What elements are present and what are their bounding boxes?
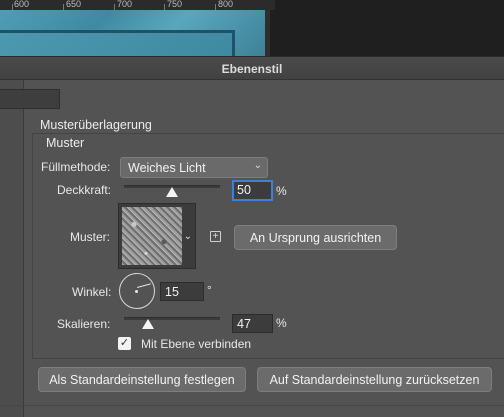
angle-dial[interactable] (119, 273, 155, 309)
group-title: Muster (46, 136, 85, 150)
horizontal-ruler: 600 650 700 750 800 (0, 0, 275, 10)
link-layer-label: Mit Ebene verbinden (141, 337, 252, 351)
opacity-input[interactable]: 50 (232, 180, 273, 201)
scale-input[interactable]: 47 (232, 314, 273, 333)
angle-unit: ° (207, 283, 212, 297)
angle-dial-center (135, 290, 138, 293)
section-title: Musterüberlagerung (40, 118, 152, 132)
document-workspace: 600 650 700 750 800 (0, 0, 504, 58)
canvas-edge (265, 10, 270, 58)
make-default-button[interactable]: Als Standardeinstellung festlegen (38, 367, 246, 392)
styles-filter-field[interactable] (0, 89, 60, 109)
scale-label: Skalieren: (57, 317, 111, 331)
ruler-label: 700 (117, 0, 133, 9)
angle-label: Winkel: (72, 285, 112, 299)
ruler-label: 600 (14, 0, 30, 9)
scale-slider-track[interactable] (124, 317, 220, 320)
angle-input[interactable]: 15 (160, 282, 204, 301)
canvas-selection-frame (0, 30, 235, 58)
pattern-picker[interactable]: ⌄ (118, 203, 196, 269)
opacity-unit: % (276, 184, 287, 198)
scale-slider-thumb[interactable] (142, 319, 154, 329)
reset-default-button[interactable]: Auf Standardeinstellung zurücksetzen (257, 367, 492, 392)
bottom-divider (0, 405, 504, 406)
blend-mode-select[interactable]: Weiches Licht ⌄ (120, 157, 268, 178)
pattern-label: Muster: (70, 230, 111, 244)
dialog-titlebar[interactable]: Ebenenstil (0, 56, 504, 80)
chevron-down-icon: ⌄ (253, 160, 262, 171)
styles-list-pane (0, 80, 24, 417)
blend-mode-label: Füllmethode: (41, 160, 111, 174)
blend-mode-value: Weiches Licht (128, 161, 206, 175)
opacity-label: Deckkraft: (57, 183, 112, 197)
angle-dial-needle (137, 283, 151, 288)
ruler-label: 800 (218, 0, 234, 9)
dialog-title: Ebenenstil (221, 62, 283, 76)
plus-square-icon[interactable]: + (210, 231, 221, 242)
ruler-label: 650 (66, 0, 82, 9)
checkmark-icon: ✓ (119, 337, 130, 349)
scale-unit: % (276, 316, 287, 330)
link-layer-checkbox[interactable]: ✓ (118, 337, 131, 350)
opacity-slider-thumb[interactable] (166, 187, 178, 197)
pattern-swatch (122, 207, 182, 265)
chevron-down-icon: ⌄ (183, 231, 192, 242)
ruler-label: 750 (167, 0, 183, 9)
snap-to-origin-button[interactable]: An Ursprung ausrichten (234, 225, 397, 250)
